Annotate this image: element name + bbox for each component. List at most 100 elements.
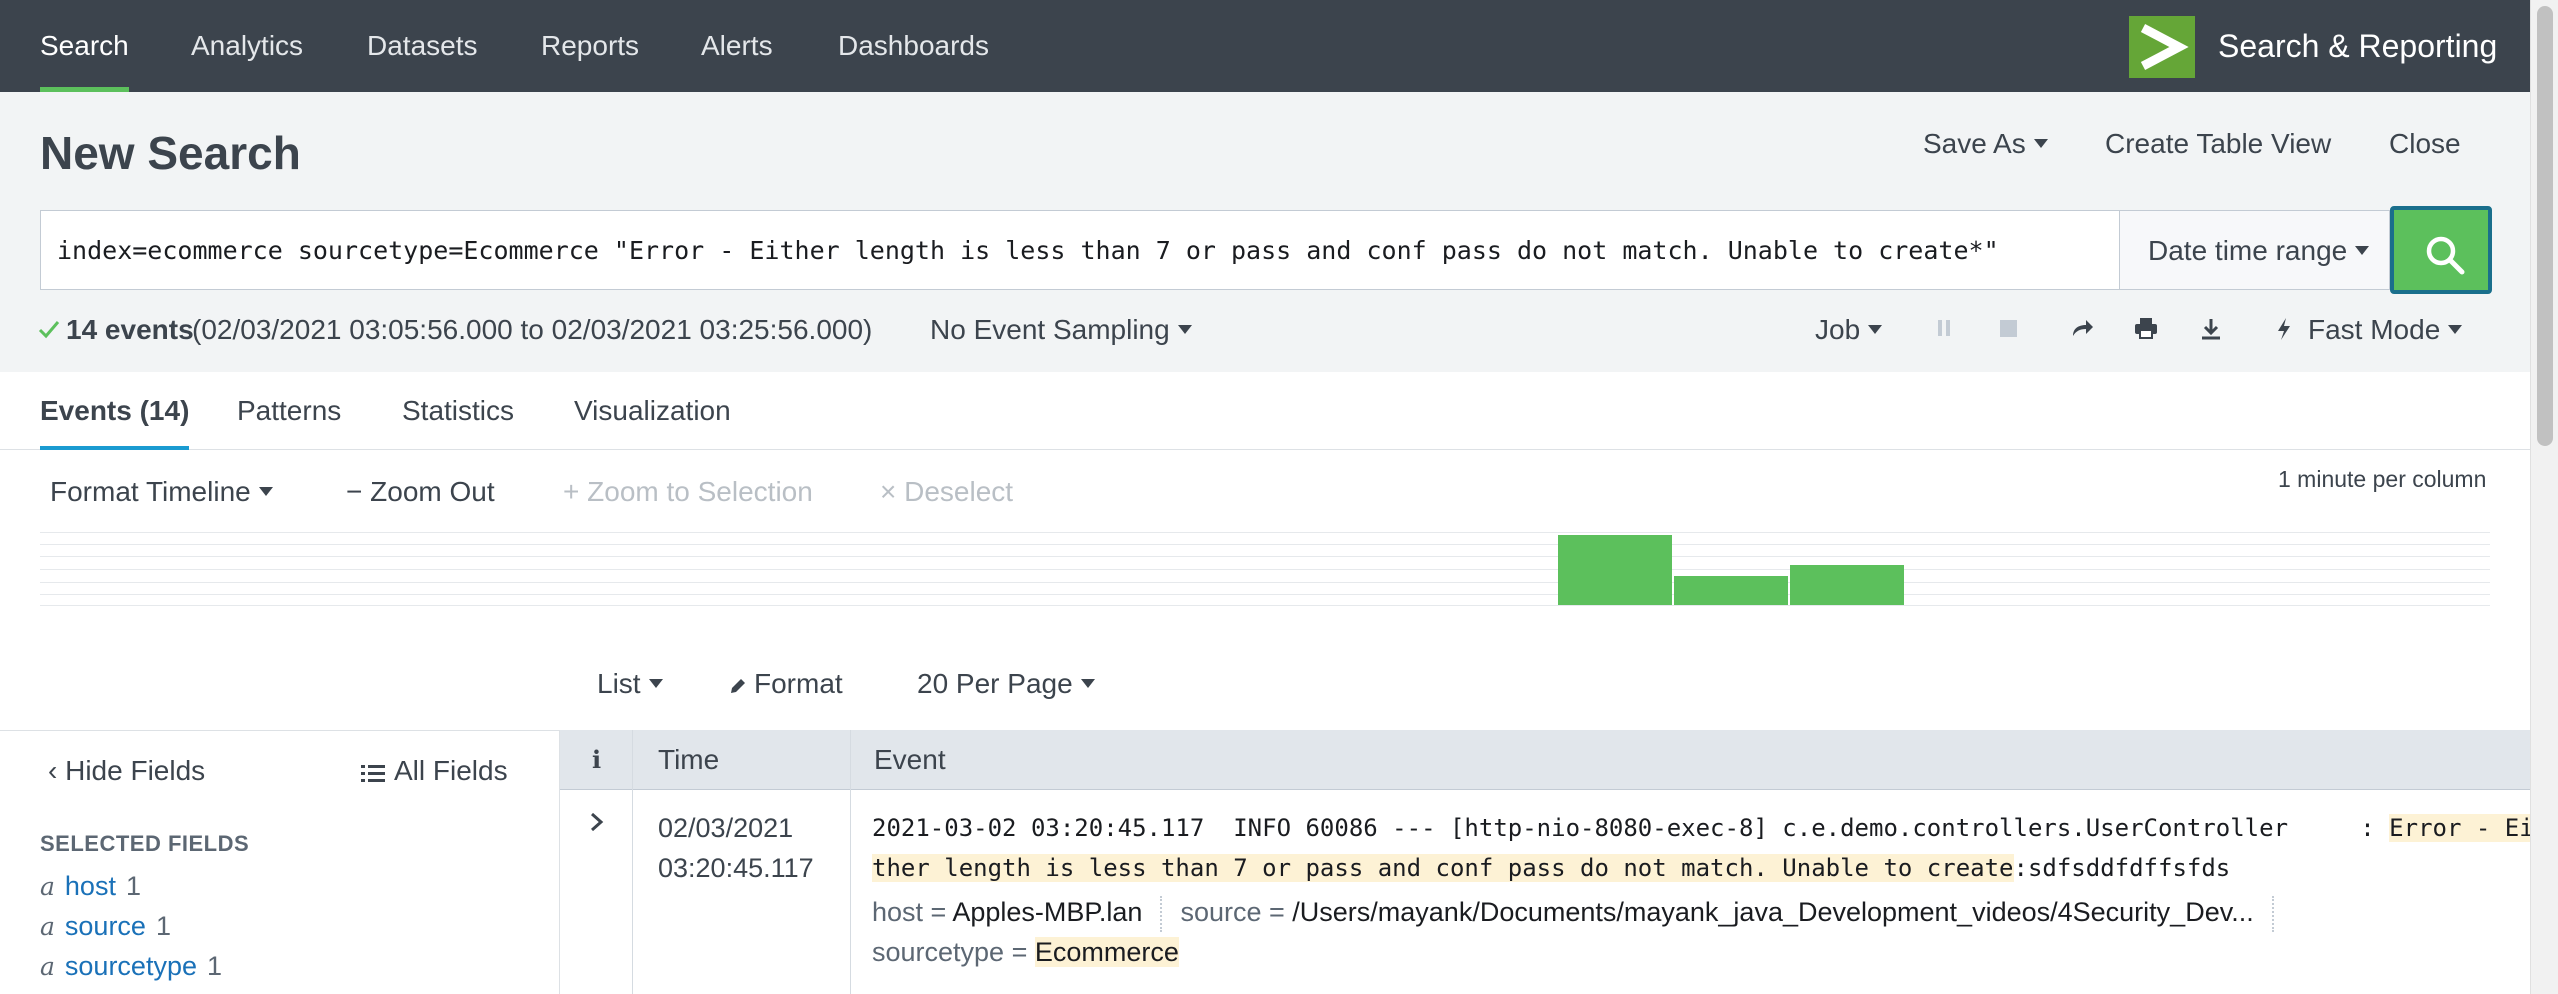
stop-icon[interactable] xyxy=(1998,316,2020,340)
search-query-text[interactable]: index=ecommerce sourcetype=Ecommerce "Er… xyxy=(57,211,1999,291)
event-field-host-value[interactable]: Apples-MBP.lan xyxy=(952,897,1142,927)
timeline-bar[interactable] xyxy=(1790,565,1904,605)
field-host[interactable]: a host 1 xyxy=(40,871,141,902)
event-fields-row-1: host = Apples-MBP.lan source = /Users/may… xyxy=(872,892,2292,932)
timeline-chart[interactable] xyxy=(40,532,2490,608)
field-sourcetype[interactable]: a sourcetype 1 xyxy=(40,951,222,982)
zoom-to-selection-button[interactable]: + Zoom to Selection xyxy=(563,476,813,508)
event-text: 2021-03-02 03:20:45.117 INFO 60086 --- [… xyxy=(872,814,2390,842)
event-fields: host = Apples-MBP.lan source = /Users/may… xyxy=(872,892,2292,972)
column-divider xyxy=(850,730,851,994)
timeline-gridline xyxy=(40,556,2490,557)
plus-icon: + xyxy=(563,476,588,507)
minus-icon: − xyxy=(346,476,371,507)
chevron-down-icon xyxy=(2448,325,2463,335)
field-count: 1 xyxy=(206,951,223,981)
event-sampling-dropdown[interactable]: No Event Sampling xyxy=(930,314,1192,346)
search-mode-label: Fast Mode xyxy=(2308,314,2441,345)
event-field-source-key: source = xyxy=(1180,897,1285,927)
tab-events[interactable]: Events (14) xyxy=(40,372,190,450)
search-header: New Search Save As Create Table View Clo… xyxy=(0,92,2530,372)
format-button[interactable]: Format xyxy=(728,668,843,700)
deselect-button[interactable]: × Deselect xyxy=(880,476,1013,508)
chevron-down-icon xyxy=(1868,325,1883,335)
tab-patterns[interactable]: Patterns xyxy=(237,372,341,450)
share-icon[interactable] xyxy=(2069,316,2095,340)
page-title: New Search xyxy=(40,127,301,179)
event-sampling-label: No Event Sampling xyxy=(930,314,1170,345)
app-logo-icon[interactable] xyxy=(2129,16,2195,78)
timeline-bar[interactable] xyxy=(1674,576,1788,605)
field-source[interactable]: a source 1 xyxy=(40,911,171,942)
format-label: Format xyxy=(754,668,843,699)
event-time-range: (02/03/2021 03:05:56.000 to 02/03/2021 0… xyxy=(192,314,873,345)
search-mode-dropdown[interactable]: Fast Mode xyxy=(2308,314,2463,346)
search-button[interactable] xyxy=(2390,206,2492,294)
event-highlight[interactable]: Error - Ei xyxy=(2389,814,2534,842)
page-scrollbar[interactable] xyxy=(2530,0,2558,994)
nav-search[interactable]: Search xyxy=(40,0,129,92)
event-line-2: ther length is less than 7 or pass and c… xyxy=(872,848,2492,888)
per-page-dropdown[interactable]: 20 Per Page xyxy=(917,668,1095,700)
nav-dashboards[interactable]: Dashboards xyxy=(838,0,989,92)
column-divider xyxy=(632,730,633,994)
format-timeline-label: Format Timeline xyxy=(50,476,251,507)
timeline-gridline xyxy=(40,569,2490,570)
export-icon[interactable] xyxy=(2198,316,2224,342)
event-field-source-value[interactable]: /Users/mayank/Documents/mayank_java_Deve… xyxy=(1292,897,2253,927)
nav-datasets[interactable]: Datasets xyxy=(367,0,478,92)
deselect-label: Deselect xyxy=(904,476,1014,507)
format-timeline-button[interactable]: Format Timeline xyxy=(50,476,273,508)
chevron-down-icon xyxy=(1080,679,1095,689)
tab-visualization[interactable]: Visualization xyxy=(574,372,731,450)
hide-fields-button[interactable]: ‹ Hide Fields xyxy=(48,755,205,787)
app-name[interactable]: Search & Reporting xyxy=(2218,0,2497,92)
create-table-view-button[interactable]: Create Table View xyxy=(2105,128,2331,160)
list-icon xyxy=(361,764,385,782)
column-event[interactable]: Event xyxy=(874,730,946,790)
table-header: i Time Event xyxy=(560,730,2530,790)
event-field-sourcetype-value[interactable]: Ecommerce xyxy=(1034,937,1179,967)
scrollbar-thumb[interactable] xyxy=(2537,6,2553,446)
all-fields-button[interactable]: All Fields xyxy=(360,755,508,787)
event-line-1: 2021-03-02 03:20:45.117 INFO 60086 --- [… xyxy=(872,808,2534,848)
zoom-out-label: Zoom Out xyxy=(370,476,495,507)
column-time[interactable]: Time xyxy=(658,730,719,790)
field-count: 1 xyxy=(155,911,171,941)
job-menu-button[interactable]: Job xyxy=(1815,314,1883,346)
field-name[interactable]: sourcetype xyxy=(65,951,197,981)
list-view-dropdown[interactable]: List xyxy=(597,668,663,700)
timeline-gridline xyxy=(40,594,2490,595)
nav-analytics[interactable]: Analytics xyxy=(191,0,303,92)
tab-statistics[interactable]: Statistics xyxy=(402,372,514,450)
date-range-picker[interactable]: Date time range xyxy=(2120,210,2390,290)
job-label: Job xyxy=(1815,314,1861,345)
chevron-down-icon xyxy=(2355,246,2370,256)
chevron-down-icon xyxy=(648,679,663,689)
pause-icon[interactable] xyxy=(1934,316,1954,340)
timeline-bar[interactable] xyxy=(1558,535,1672,605)
field-type-icon: a xyxy=(40,952,55,981)
event-timestamp: 02/03/2021 03:20:45.117 xyxy=(658,808,814,888)
event-text: :sdfsddfdffsfds xyxy=(2013,854,2231,882)
timeline-gridline xyxy=(40,544,2490,545)
selected-fields-heading: SELECTED FIELDS xyxy=(40,831,250,856)
chevron-down-icon xyxy=(1177,325,1192,335)
print-icon[interactable] xyxy=(2133,316,2159,340)
close-button[interactable]: Close xyxy=(2389,128,2461,160)
event-fields-row-2: sourcetype = Ecommerce xyxy=(872,932,2292,972)
field-name[interactable]: source xyxy=(65,911,146,941)
list-view-label: List xyxy=(597,668,641,699)
nav-alerts[interactable]: Alerts xyxy=(701,0,773,92)
nav-reports[interactable]: Reports xyxy=(541,0,639,92)
zoom-to-selection-label: Zoom to Selection xyxy=(587,476,813,507)
event-count: 14 events xyxy=(66,314,194,345)
zoom-out-button[interactable]: − Zoom Out xyxy=(346,476,495,508)
check-icon xyxy=(38,321,60,339)
chevron-right-icon[interactable] xyxy=(588,810,606,834)
chevron-down-icon xyxy=(2033,139,2048,149)
event-highlight[interactable]: ther length is less than 7 or pass and c… xyxy=(872,854,2014,882)
save-as-button[interactable]: Save As xyxy=(1923,128,2048,160)
field-name[interactable]: host xyxy=(65,871,116,901)
search-input[interactable]: index=ecommerce sourcetype=Ecommerce "Er… xyxy=(40,210,2120,290)
